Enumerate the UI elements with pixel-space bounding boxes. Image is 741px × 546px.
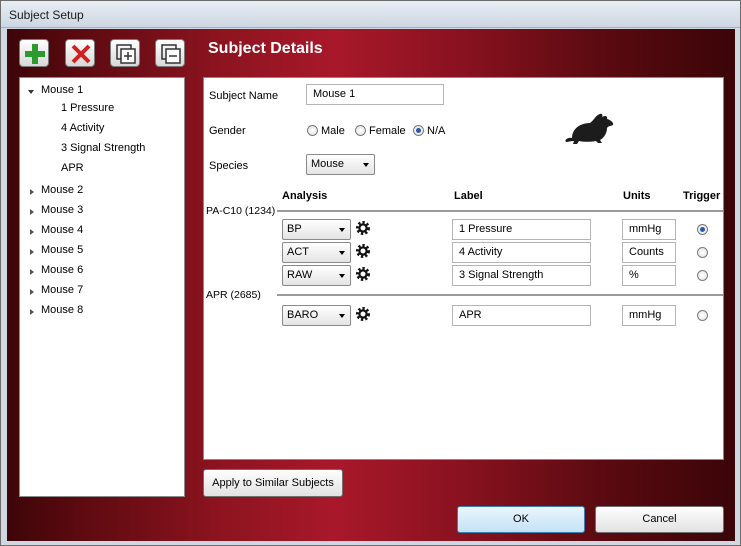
units-header: Units xyxy=(623,190,651,202)
analysis-value: BP xyxy=(287,223,302,235)
collapsed-arrow-icon[interactable] xyxy=(28,308,36,316)
trigger-header: Trigger xyxy=(683,190,721,202)
group-name: APR (2685) xyxy=(206,289,261,301)
analysis-header: Analysis xyxy=(282,190,328,202)
species-value: Mouse xyxy=(311,158,345,170)
analysis-value: RAW xyxy=(287,269,313,281)
tree-item-mouse-2[interactable]: Mouse 2 xyxy=(41,184,83,196)
channel-label-input[interactable]: APR xyxy=(452,305,591,326)
tree-item-mouse-3[interactable]: Mouse 3 xyxy=(41,204,83,216)
collapsed-arrow-icon[interactable] xyxy=(28,208,36,216)
analysis-dropdown[interactable]: BP xyxy=(282,219,351,240)
tree-item-mouse-5[interactable]: Mouse 5 xyxy=(41,244,83,256)
collapsed-arrow-icon[interactable] xyxy=(28,268,36,276)
tree-child-pressure[interactable]: 1 Pressure xyxy=(61,102,114,114)
tree-item-mouse-7[interactable]: Mouse 7 xyxy=(41,284,83,296)
analysis-value: BARO xyxy=(287,309,319,321)
subject-details-title: Subject Details xyxy=(208,40,323,57)
gender-na-label: N/A xyxy=(427,125,446,137)
trigger-radio[interactable] xyxy=(697,247,708,258)
trigger-radio[interactable] xyxy=(697,270,708,281)
gear-icon[interactable] xyxy=(355,220,371,236)
delete-subject-button[interactable] xyxy=(65,39,95,67)
channel-label-input[interactable]: 4 Activity xyxy=(452,242,591,263)
analysis-dropdown[interactable]: RAW xyxy=(282,265,351,286)
chevron-down-icon xyxy=(339,274,345,278)
tree-child-activity[interactable]: 4 Activity xyxy=(61,122,104,134)
tree-item-mouse-4[interactable]: Mouse 4 xyxy=(41,224,83,236)
trigger-radio[interactable] xyxy=(697,310,708,321)
gear-icon[interactable] xyxy=(355,243,371,259)
tree-item-mouse-6[interactable]: Mouse 6 xyxy=(41,264,83,276)
title-bar: Subject Setup xyxy=(1,1,740,28)
subject-details-panel: Subject Name Mouse 1 Gender Male Female … xyxy=(203,77,724,460)
tree-item-mouse-8[interactable]: Mouse 8 xyxy=(41,304,83,316)
gender-female-radio[interactable] xyxy=(355,125,366,136)
apply-to-similar-subjects-button[interactable]: Apply to Similar Subjects xyxy=(203,469,343,497)
chevron-down-icon xyxy=(363,163,369,167)
subject-tree[interactable]: Mouse 1 1 Pressure 4 Activity 3 Signal S… xyxy=(19,77,185,497)
gender-male-label: Male xyxy=(321,125,345,137)
collapse-all-icon xyxy=(161,44,181,64)
channel-label-input[interactable]: 1 Pressure xyxy=(452,219,591,240)
units-input[interactable]: mmHg xyxy=(622,219,676,240)
gender-male-radio[interactable] xyxy=(307,125,318,136)
add-icon xyxy=(25,44,45,64)
delete-icon xyxy=(71,44,91,64)
tree-item-mouse-1[interactable]: Mouse 1 xyxy=(41,84,83,96)
units-input[interactable]: mmHg xyxy=(622,305,676,326)
gender-female-label: Female xyxy=(369,125,406,137)
label-header: Label xyxy=(454,190,483,202)
subject-setup-window: Subject Setup Subject Details Mouse 1 1 … xyxy=(0,0,741,546)
group-divider xyxy=(277,210,723,212)
collapsed-arrow-icon[interactable] xyxy=(28,248,36,256)
collapsed-arrow-icon[interactable] xyxy=(28,188,36,196)
cancel-button[interactable]: Cancel xyxy=(595,506,724,533)
species-label: Species xyxy=(209,160,249,172)
chevron-down-icon xyxy=(339,314,345,318)
expanded-arrow-icon[interactable] xyxy=(27,88,35,96)
collapsed-arrow-icon[interactable] xyxy=(28,228,36,236)
analysis-dropdown[interactable]: ACT xyxy=(282,242,351,263)
collapse-all-button[interactable] xyxy=(155,39,185,67)
chevron-down-icon xyxy=(339,228,345,232)
subject-name-input[interactable]: Mouse 1 xyxy=(306,84,444,105)
gender-na-radio[interactable] xyxy=(413,125,424,136)
gender-label: Gender xyxy=(209,125,246,137)
species-dropdown[interactable]: Mouse xyxy=(306,154,375,175)
dialog-body: Subject Details Mouse 1 1 Pressure 4 Act… xyxy=(7,29,735,541)
chevron-down-icon xyxy=(339,251,345,255)
tree-child-apr[interactable]: APR xyxy=(61,162,84,174)
expand-all-icon xyxy=(116,44,136,64)
channel-label-input[interactable]: 3 Signal Strength xyxy=(452,265,591,286)
add-subject-button[interactable] xyxy=(19,39,49,67)
gear-icon[interactable] xyxy=(355,306,371,322)
analysis-dropdown[interactable]: BARO xyxy=(282,305,351,326)
units-input[interactable]: Counts xyxy=(622,242,676,263)
ok-button[interactable]: OK xyxy=(457,506,585,533)
collapsed-arrow-icon[interactable] xyxy=(28,288,36,296)
subject-name-label: Subject Name xyxy=(209,90,279,102)
trigger-radio[interactable] xyxy=(697,224,708,235)
tree-child-signal-strength[interactable]: 3 Signal Strength xyxy=(61,142,145,154)
group-divider xyxy=(277,294,723,296)
mouse-silhouette-icon xyxy=(565,113,614,144)
units-input[interactable]: % xyxy=(622,265,676,286)
group-name: PA-C10 (1234) xyxy=(206,205,276,217)
gear-icon[interactable] xyxy=(355,266,371,282)
window-title: Subject Setup xyxy=(9,8,84,22)
expand-all-button[interactable] xyxy=(110,39,140,67)
analysis-value: ACT xyxy=(287,246,309,258)
